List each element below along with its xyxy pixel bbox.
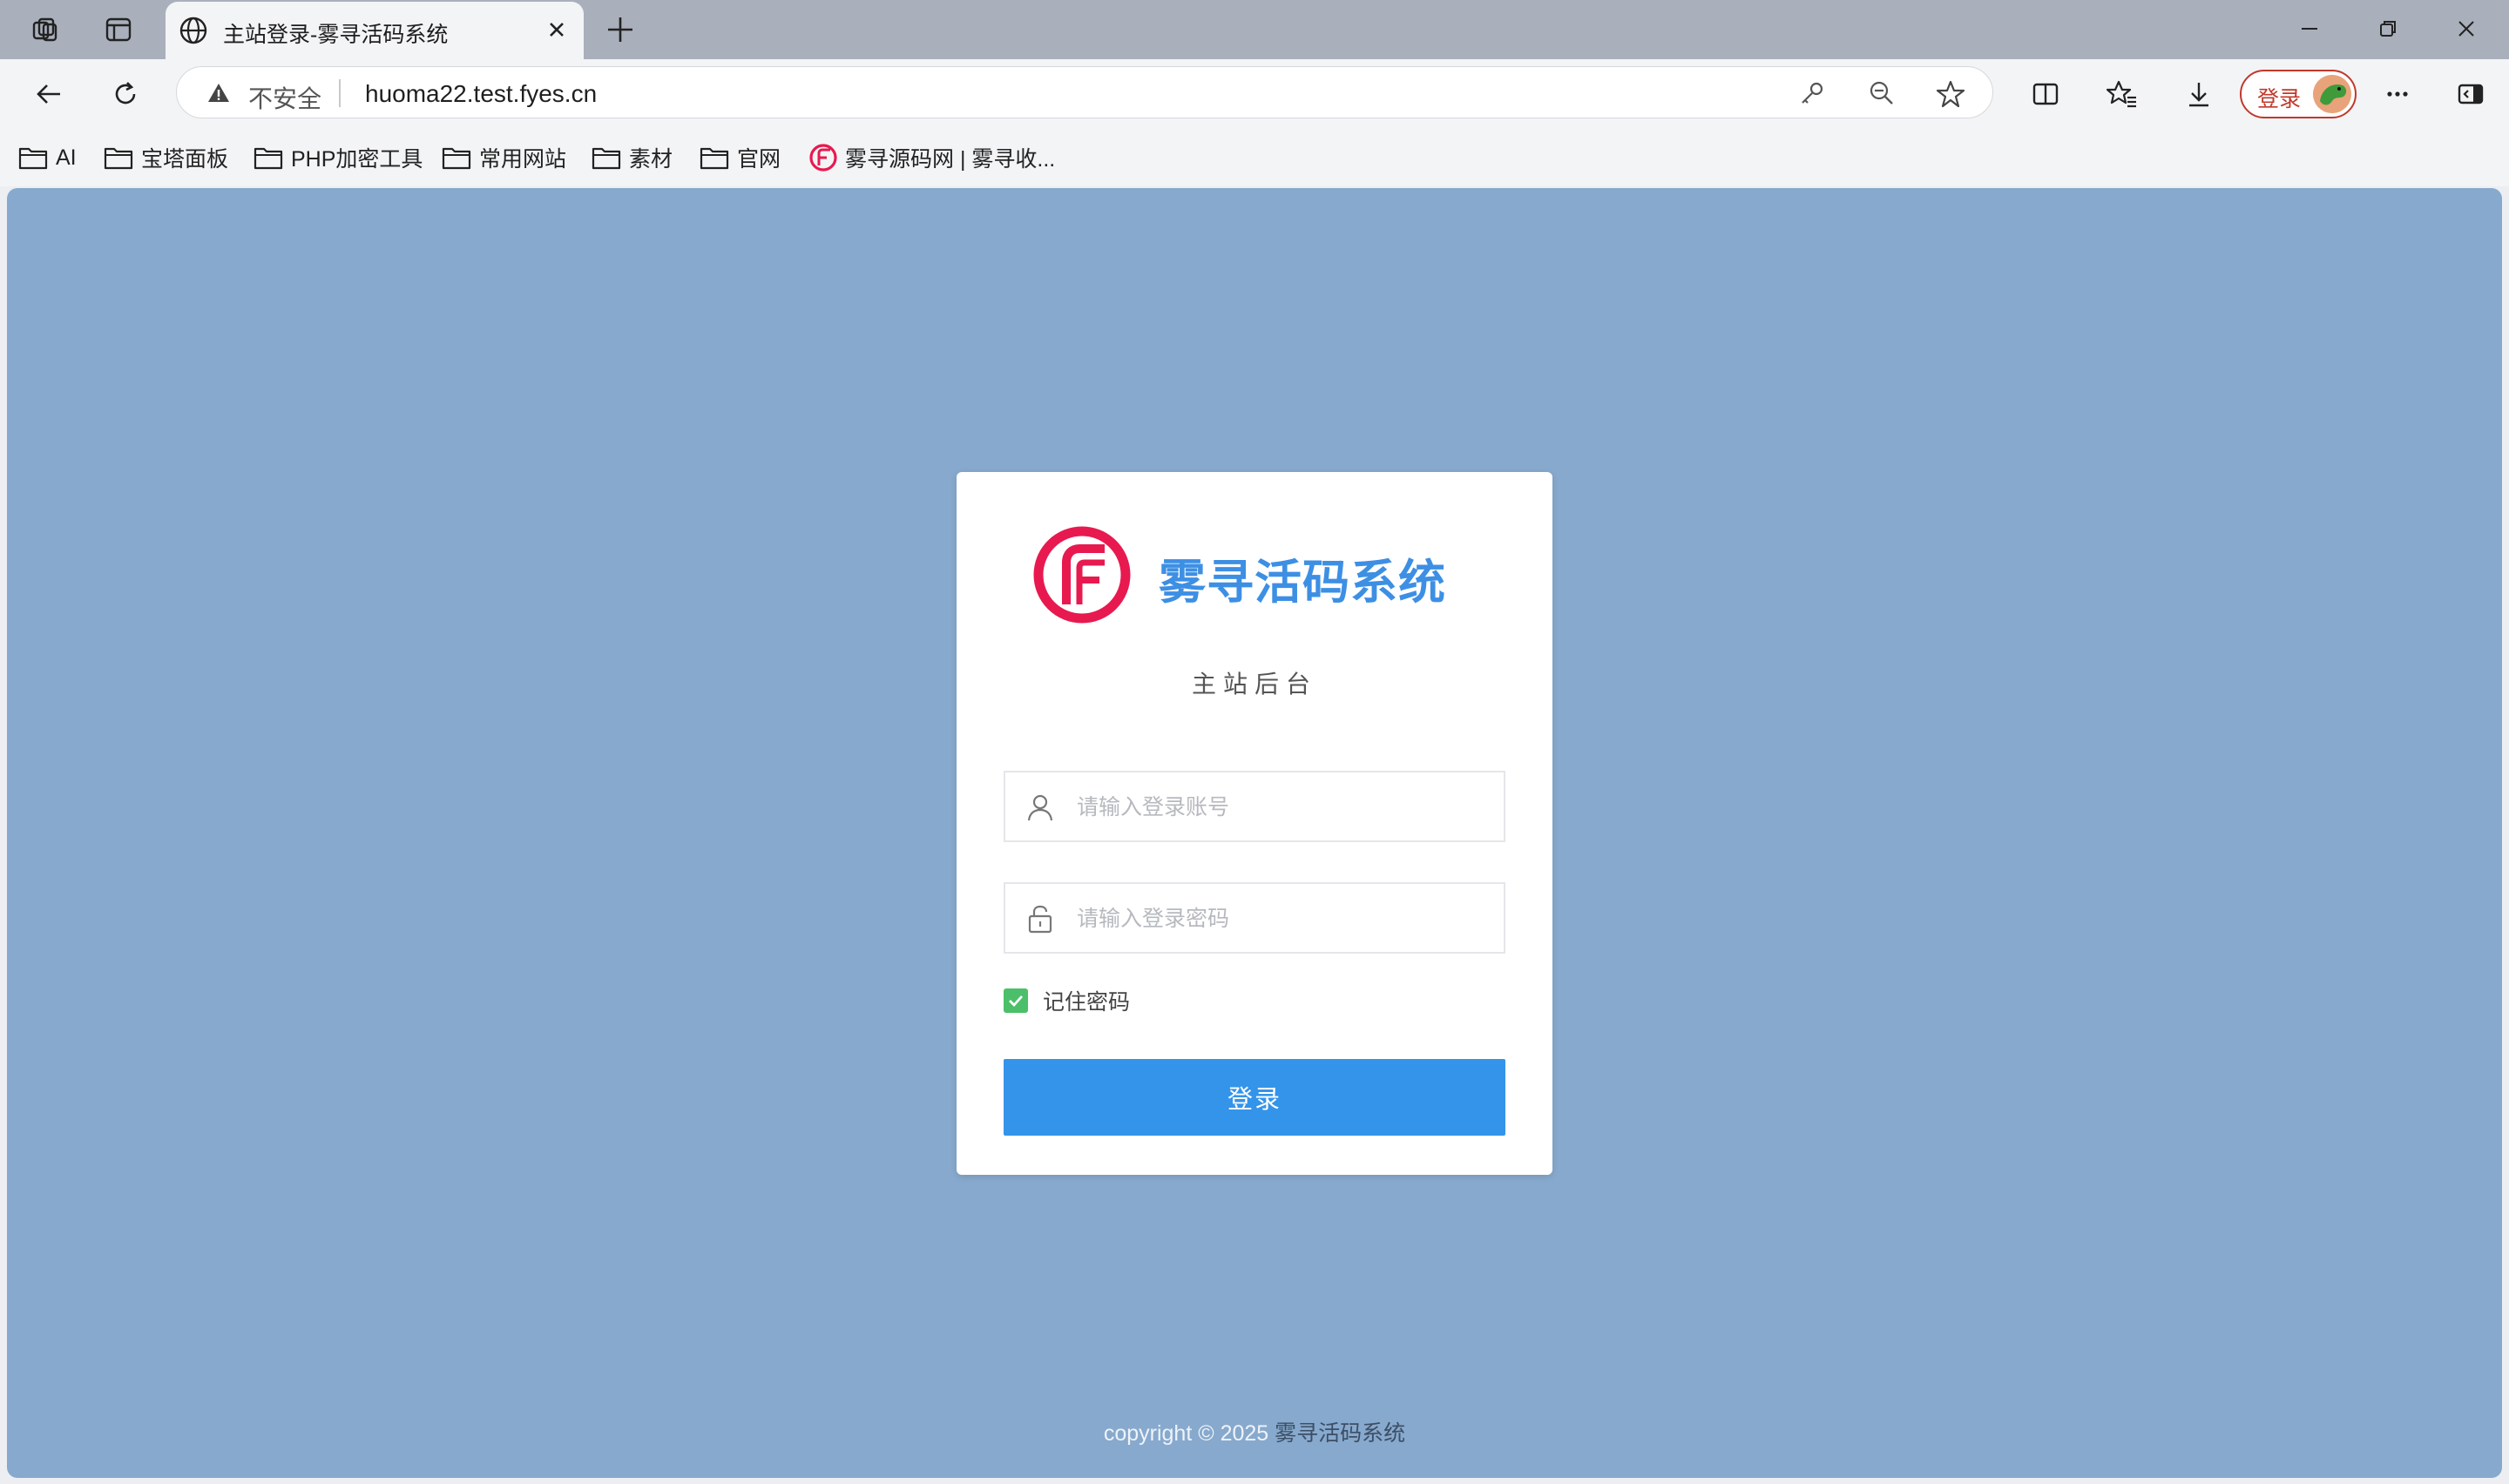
avatar (2313, 75, 2351, 113)
login-card: 雾寻活码系统 主站后台 记住密码 登录 (957, 472, 1552, 1175)
bookmark-label: 宝塔面板 (141, 147, 229, 172)
split-screen-icon (2032, 83, 2059, 105)
lock-icon (1028, 905, 1052, 934)
password-field[interactable] (1004, 882, 1505, 954)
close-icon (2458, 21, 2474, 37)
login-button[interactable]: 登录 (1004, 1059, 1505, 1136)
bookmark-label: 常用网站 (479, 147, 567, 172)
bookmark-label: 素材 (629, 147, 673, 172)
check-icon (1009, 995, 1024, 1008)
remember-password[interactable]: 记住密码 (1004, 986, 1130, 1015)
page-background: 雾寻活码系统 主站后台 记住密码 登录 (7, 188, 2502, 1478)
bookmark-label: PHP加密工具 (291, 147, 423, 172)
star-icon[interactable] (1935, 78, 1966, 110)
bookmark-folder-common-sites[interactable]: 常用网站 (441, 143, 566, 172)
zoom-out-icon[interactable] (1867, 78, 1897, 108)
bookmarks-bar: AI 宝塔面板 PHP加密工具 常用网站 素材 官网 雾寻源码网 | 雾寻收..… (0, 129, 2509, 186)
brand-name: 雾寻活码系统 (1159, 556, 1446, 609)
url-text[interactable]: huoma22.test.fyes.cn (365, 80, 597, 108)
user-icon (1027, 794, 1053, 821)
remember-label: 记住密码 (1043, 990, 1131, 1015)
remember-checkbox[interactable] (1004, 988, 1028, 1013)
login-subtitle: 主站后台 (1191, 671, 1317, 698)
bookmark-folder-ai[interactable]: AI (17, 143, 77, 172)
footer-copyright: copyright © 2025 雾寻活码系统 (7, 1416, 2502, 1447)
tab-actions-button[interactable] (92, 10, 145, 49)
key-icon[interactable] (1797, 78, 1827, 108)
refresh-icon (115, 82, 136, 105)
workspaces-icon (32, 17, 57, 42)
folder-icon (104, 147, 133, 170)
copyright-text: copyright © 2025 (1103, 1421, 1269, 1446)
footer-brand: 雾寻活码系统 (1275, 1421, 1406, 1446)
bookmark-folder-php-tools[interactable]: PHP加密工具 (253, 143, 423, 172)
favorites-icon (2107, 80, 2136, 108)
brand-logo-icon (1033, 526, 1131, 624)
globe-icon (179, 17, 207, 44)
address-divider (339, 79, 341, 107)
downloads-button[interactable] (2174, 71, 2223, 117)
avatar-dragon-icon (2313, 75, 2351, 113)
new-tab-icon[interactable] (601, 10, 639, 49)
password-input[interactable] (1075, 884, 1497, 954)
bookmark-label: 官网 (737, 147, 781, 172)
back-button[interactable] (24, 71, 73, 117)
folder-icon (18, 147, 48, 170)
folder-icon (254, 147, 283, 170)
tab-actions-icon (105, 17, 132, 42)
bookmark-folder-official[interactable]: 官网 (699, 143, 781, 172)
profile-label: 登录 (2257, 87, 2302, 111)
download-icon (2189, 83, 2208, 107)
close-window-button[interactable] (2427, 9, 2506, 49)
more-icon (2387, 91, 2408, 97)
profile-button[interactable]: 登录 (2240, 70, 2357, 118)
favorites-button[interactable] (2098, 71, 2147, 117)
username-input[interactable] (1075, 772, 1497, 842)
security-label[interactable]: 不安全 (248, 80, 321, 115)
arrow-left-icon (37, 84, 60, 104)
workspaces-button[interactable] (19, 10, 71, 49)
sidebar-icon (2458, 84, 2484, 105)
tab-bar: 主站登录-雾寻活码系统 (0, 0, 2509, 59)
bookmark-folder-materials[interactable]: 素材 (591, 143, 673, 172)
refresh-button[interactable] (101, 71, 150, 117)
warning-icon (208, 84, 229, 102)
sidebar-button[interactable] (2446, 71, 2495, 117)
bookmark-label: AI (56, 145, 77, 170)
split-screen-button[interactable] (2021, 71, 2070, 117)
folder-icon (592, 147, 621, 170)
bookmark-label: 雾寻源码网 | 雾寻收... (845, 147, 1056, 172)
folder-icon (442, 147, 471, 170)
restore-button[interactable] (2349, 9, 2427, 49)
site-favicon-icon (809, 144, 837, 172)
address-bar[interactable]: 不安全 huoma22.test.fyes.cn (176, 66, 1993, 118)
browser-toolbar: 不安全 huoma22.test.fyes.cn 登录 (0, 59, 2509, 129)
browser-tab-active[interactable]: 主站登录-雾寻活码系统 (166, 2, 584, 59)
more-button[interactable] (2373, 71, 2422, 117)
username-field[interactable] (1004, 771, 1505, 842)
bookmark-folder-bt-panel[interactable]: 宝塔面板 (103, 143, 228, 172)
bookmark-site-wuxun[interactable]: 雾寻源码网 | 雾寻收... (808, 143, 1055, 172)
close-tab-icon[interactable] (542, 15, 571, 44)
minimize-button[interactable] (2270, 9, 2349, 49)
restore-icon (2380, 21, 2396, 37)
folder-icon (700, 147, 729, 170)
tab-title: 主站登录-雾寻活码系统 (223, 23, 449, 47)
minimize-icon (2302, 28, 2317, 30)
